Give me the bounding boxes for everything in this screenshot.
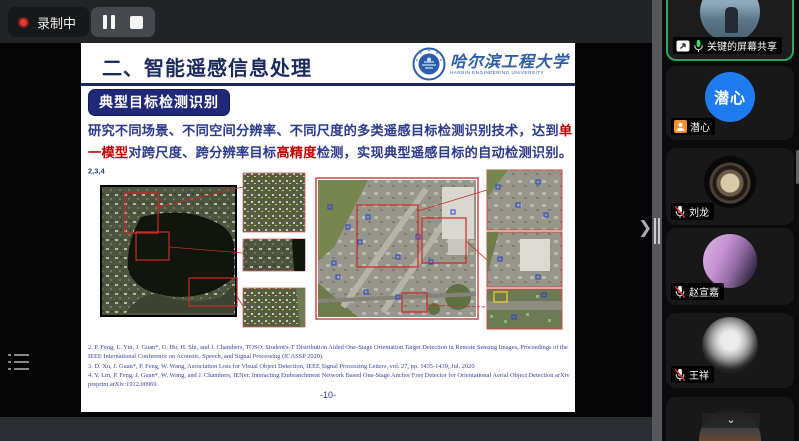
participants-sidebar: 关键的屏幕共享 潜心 潜心 刘龙 [662,0,799,441]
recording-bar: 录制中 [8,7,155,37]
avatar [704,156,756,208]
presentation-slide: 二、智能遥感信息处理 哈尔滨工程大学 HARBIN ENGINEERING UN… [81,43,575,412]
host-badge-icon [674,120,687,133]
mic-muted-icon [674,205,686,219]
university-name-zh: 哈尔滨工程大学 [450,53,569,71]
satellite-figures [96,165,566,337]
participant-tile[interactable]: 赵宣嘉 [666,228,794,305]
screen-share-icon [676,40,690,52]
stop-recording-button[interactable] [130,16,143,29]
collapse-sidebar-chevron-icon[interactable]: ❯ [638,218,652,238]
page-number: -10- [81,390,575,400]
mic-on-icon [693,39,704,53]
bottom-bar [0,417,652,441]
participant-name: 潜心 [690,119,710,134]
participant-tile[interactable]: 刘龙 [666,148,794,225]
participant-tile[interactable]: 潜心 潜心 [666,66,794,140]
recording-label: 录制中 [37,13,76,32]
reference-item: 2. P. Feng, L. Yin, J. Guan*, G. Hu, H. … [88,343,570,362]
university-logo: 哈尔滨工程大学 HARBIN ENGINEERING UNIVERSITY [412,47,569,81]
avatar [702,317,758,373]
mic-muted-icon [674,285,686,299]
mic-muted-icon [674,368,686,382]
participant-tile-sharing[interactable]: 关键的屏幕共享 [666,0,794,61]
participant-name: 赵宣嘉 [689,284,719,299]
reference-item: 4. Y. Lin, P. Feng, J. Guan*, W. Wang, a… [88,371,570,390]
avatar: 潜心 [705,72,755,122]
recording-controls [91,7,155,37]
participant-tile[interactable]: 王祥 [666,313,794,388]
participant-name: 关键的屏幕共享 [707,38,777,53]
satellite-figure-lake [100,173,305,327]
scroll-down-chevron-icon[interactable]: ⌄ [702,413,760,428]
slide-title: 二、智能遥感信息处理 [102,52,312,81]
recording-status: 录制中 [8,7,89,37]
satellite-figure-airport [316,170,562,329]
slide-references: 2. P. Feng, L. Yin, J. Guan*, G. Hu, H. … [88,343,570,389]
participant-name: 刘龙 [689,204,709,219]
pause-recording-button[interactable] [103,15,115,29]
participant-list-icon[interactable] [8,353,32,375]
reference-item: 3. D. Xu, J. Guan*, P. Feng, W. Wang, As… [88,362,570,371]
sidebar-resize-handle[interactable] [652,0,662,441]
avatar [700,0,760,42]
recording-dot-icon [18,17,29,28]
university-emblem-icon [412,47,446,81]
shared-screen-area: 录制中 二、智能遥感信息处理 哈尔滨工程大学 HARBIN ENGINEER [0,0,652,441]
university-name-en: HARBIN ENGINEERING UNIVERSITY [450,70,569,75]
title-divider [81,83,575,86]
section-badge: 典型目标检测识别 [88,89,230,116]
avatar [703,234,757,288]
participant-name: 王祥 [689,367,709,382]
